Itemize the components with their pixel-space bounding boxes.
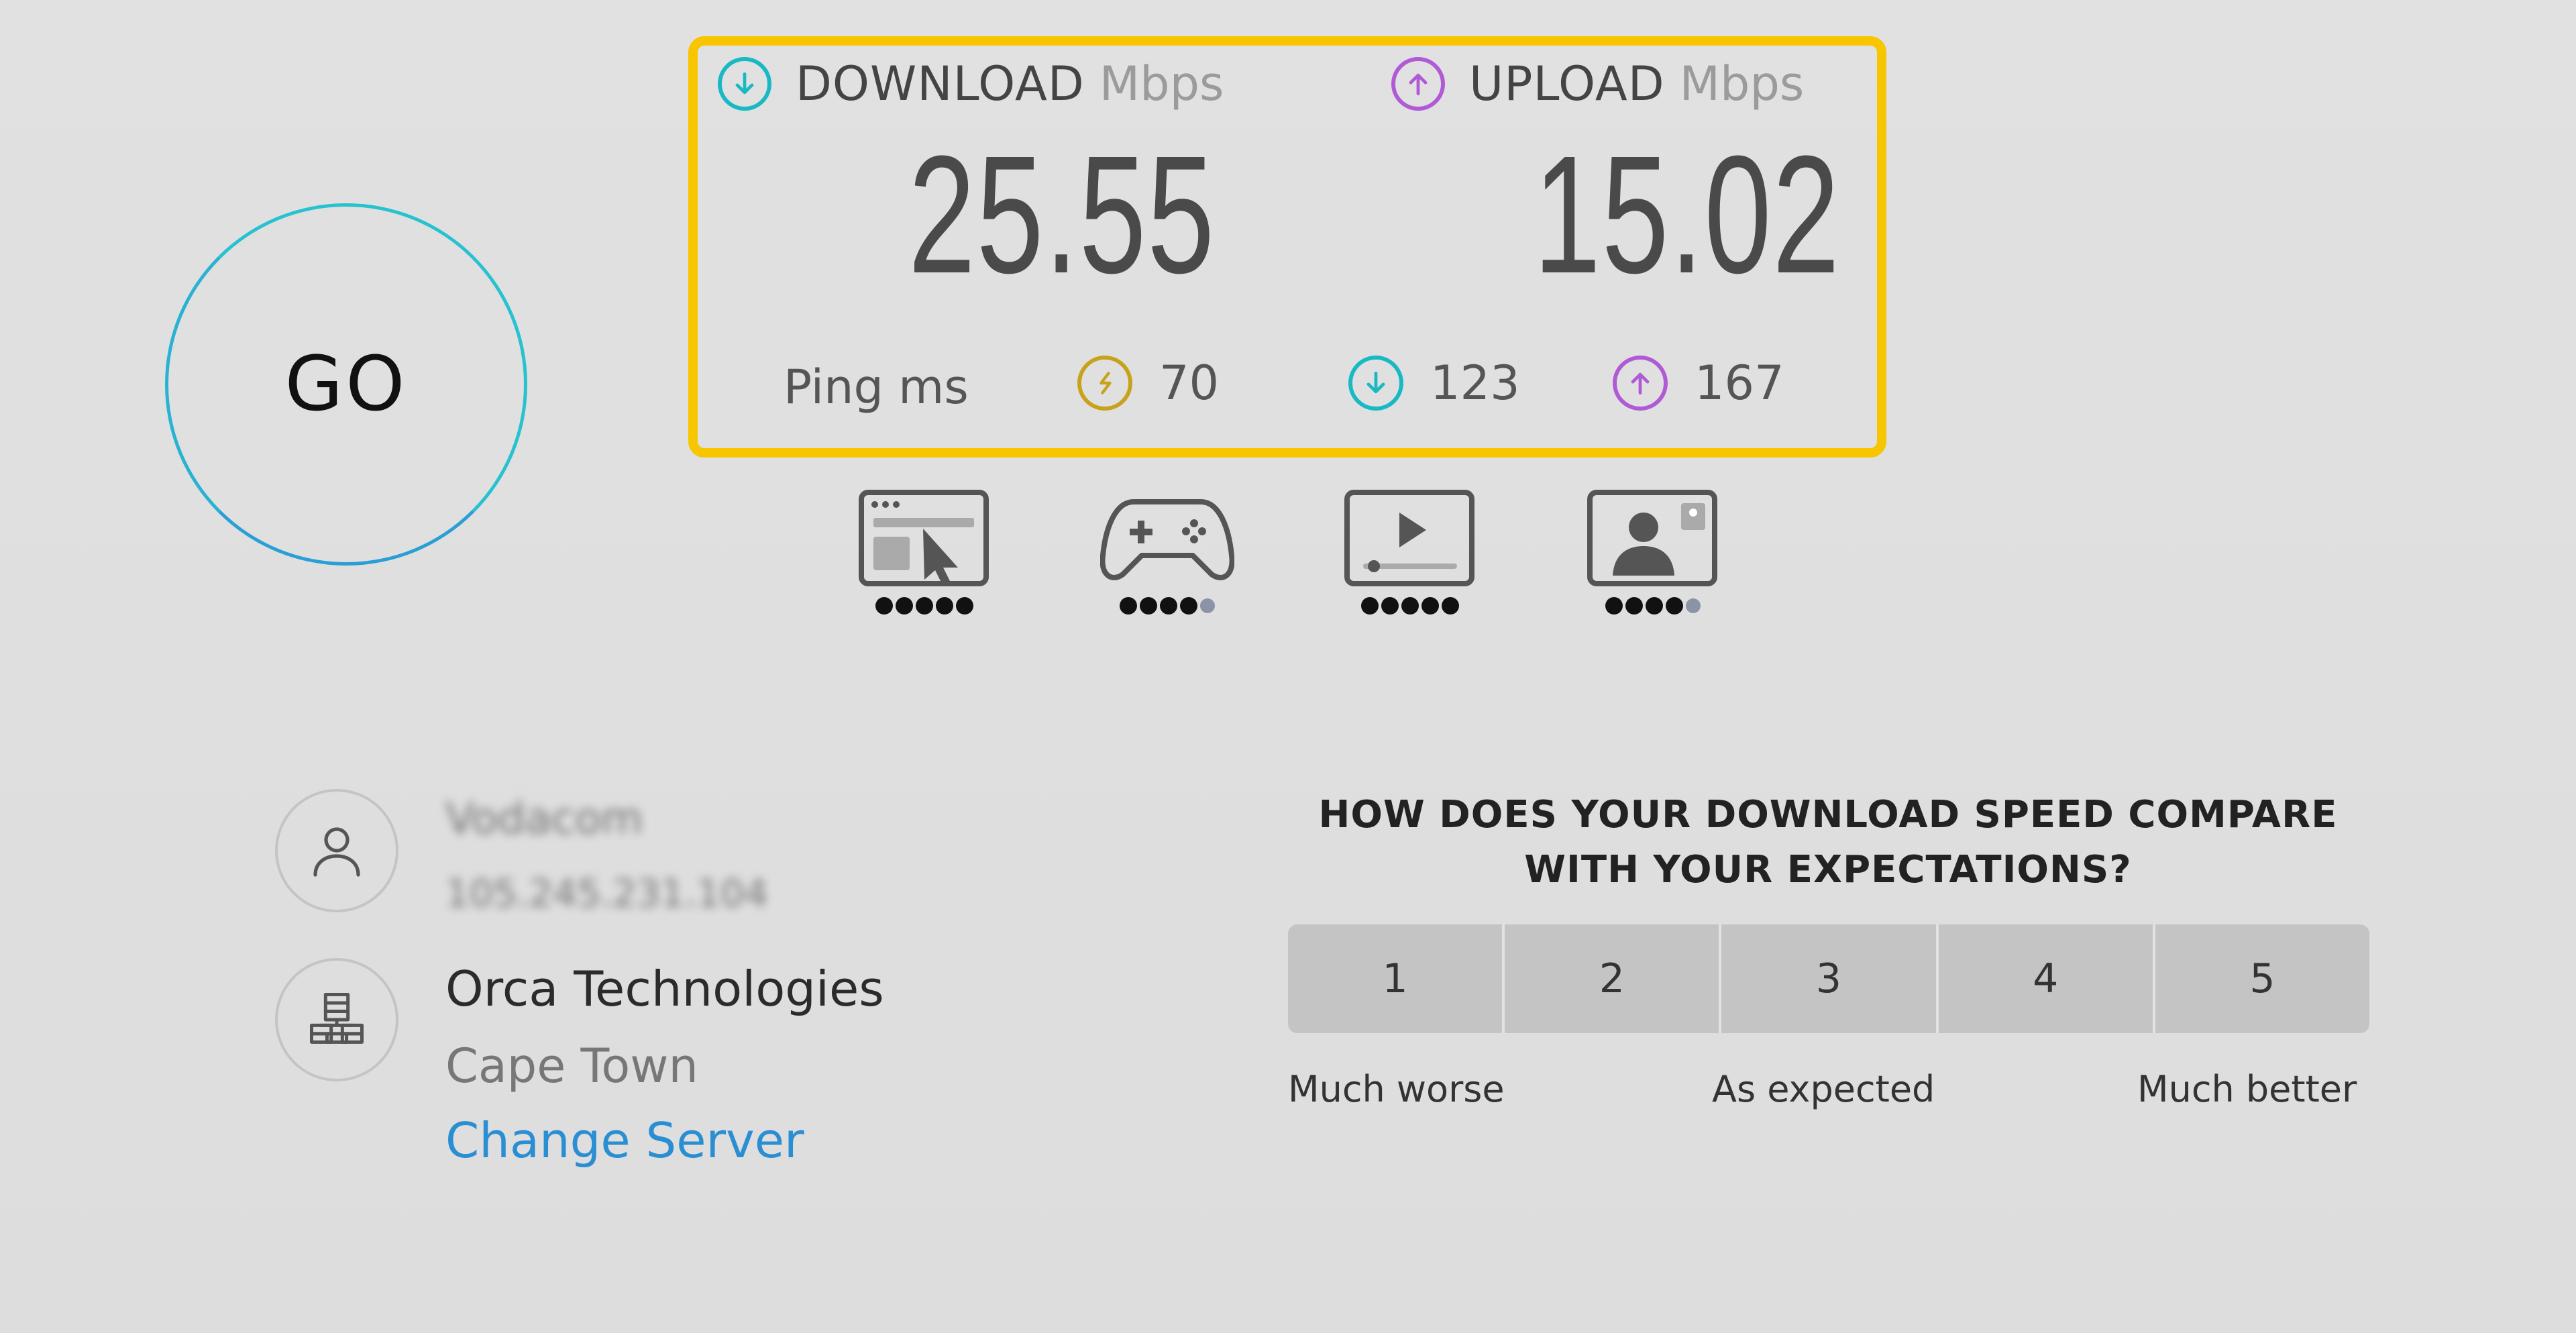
rating-dot-filled xyxy=(1442,597,1459,615)
results-panel: DOWNLOAD Mbps 25.55 UPLOAD Mbps 15.02 Pi… xyxy=(688,36,1886,458)
gaming-rating xyxy=(1100,597,1234,615)
rating-dot-filled xyxy=(1381,597,1399,615)
download-unit: Mbps xyxy=(1099,56,1224,111)
rating-dot-filled xyxy=(875,597,893,615)
rating-scale: 1 2 3 4 5 xyxy=(1288,924,2369,1033)
speedtest-page: GO DOWNLOAD Mbps 25.55 UPLOAD Mbps 15.02 xyxy=(0,0,2576,1333)
ping-idle-icon xyxy=(1077,356,1132,411)
upload-metric: UPLOAD Mbps xyxy=(1391,56,1804,111)
ping-download: 123 xyxy=(1348,356,1520,411)
ping-row: Ping ms 70 123 167 xyxy=(698,356,1877,423)
rating-option-4[interactable]: 4 xyxy=(1938,924,2155,1033)
usage-video-streaming xyxy=(1343,488,1477,615)
ping-label: Ping ms xyxy=(784,360,969,415)
go-button-label: GO xyxy=(284,341,408,428)
survey-question: HOW DOES YOUR DOWNLOAD SPEED COMPARE WIT… xyxy=(1318,793,2338,892)
rating-dot-filled xyxy=(896,597,913,615)
video-call-icon xyxy=(1587,490,1717,586)
download-title: DOWNLOAD xyxy=(796,56,1085,111)
ping-idle: 70 xyxy=(1077,356,1219,411)
upload-arrow-icon xyxy=(1391,57,1445,111)
upload-unit: Mbps xyxy=(1679,56,1805,111)
scale-low-label: Much worse xyxy=(1288,1068,1505,1110)
upload-title: UPLOAD xyxy=(1469,56,1665,111)
rating-option-2[interactable]: 2 xyxy=(1505,924,1722,1033)
web-browsing-icon xyxy=(859,490,989,586)
change-server-link[interactable]: Change Server xyxy=(445,1112,804,1169)
rating-dot-filled xyxy=(1666,597,1683,615)
usage-video-call xyxy=(1586,488,1720,615)
usage-web-browsing xyxy=(857,488,991,615)
ping-download-value: 123 xyxy=(1430,356,1520,411)
rating-dot-filled xyxy=(1120,597,1137,615)
rating-dot-filled xyxy=(1421,597,1439,615)
rating-dot-filled xyxy=(936,597,953,615)
video-streaming-icon xyxy=(1344,490,1474,586)
rating-option-3[interactable]: 3 xyxy=(1721,924,1939,1033)
download-arrow-icon xyxy=(718,57,771,111)
rating-dot-filled xyxy=(1646,597,1663,615)
scale-mid-label: As expected xyxy=(1712,1068,1935,1110)
scale-high-label: Much better xyxy=(2137,1068,2357,1110)
gaming-controller-icon xyxy=(1100,499,1234,580)
rating-dot-empty xyxy=(1200,598,1215,613)
ping-upload: 167 xyxy=(1613,356,1784,411)
rating-dot-filled xyxy=(916,597,933,615)
rating-option-1[interactable]: 1 xyxy=(1288,924,1505,1033)
rating-dot-filled xyxy=(1401,597,1419,615)
server-name: Orca Technologies xyxy=(445,961,884,1017)
ping-download-icon xyxy=(1348,356,1403,411)
download-metric: DOWNLOAD Mbps xyxy=(718,56,1224,111)
usage-gaming xyxy=(1100,488,1234,615)
server-icon xyxy=(275,958,398,1081)
isp-name: Vodacom xyxy=(445,794,643,844)
rating-dot-empty xyxy=(1686,598,1701,613)
video-call-rating xyxy=(1586,597,1720,615)
ping-upload-icon xyxy=(1613,356,1668,411)
ping-upload-value: 167 xyxy=(1695,356,1784,411)
go-button[interactable]: GO xyxy=(165,203,527,566)
rating-option-5[interactable]: 5 xyxy=(2155,924,2369,1033)
server-city: Cape Town xyxy=(445,1038,698,1094)
rating-dot-filled xyxy=(1605,597,1623,615)
rating-dot-filled xyxy=(1180,597,1197,615)
web-browsing-rating xyxy=(857,597,991,615)
video-streaming-rating xyxy=(1343,597,1477,615)
download-value: 25.55 xyxy=(908,121,1216,308)
rating-dot-filled xyxy=(1160,597,1177,615)
rating-dot-filled xyxy=(1140,597,1157,615)
rating-dot-filled xyxy=(956,597,973,615)
upload-value: 15.02 xyxy=(1534,121,1841,308)
isp-ip-address: 105.245.231.104 xyxy=(445,872,768,916)
rating-dot-filled xyxy=(1361,597,1379,615)
user-icon xyxy=(275,789,398,912)
rating-dot-filled xyxy=(1625,597,1643,615)
ping-idle-value: 70 xyxy=(1159,356,1220,411)
